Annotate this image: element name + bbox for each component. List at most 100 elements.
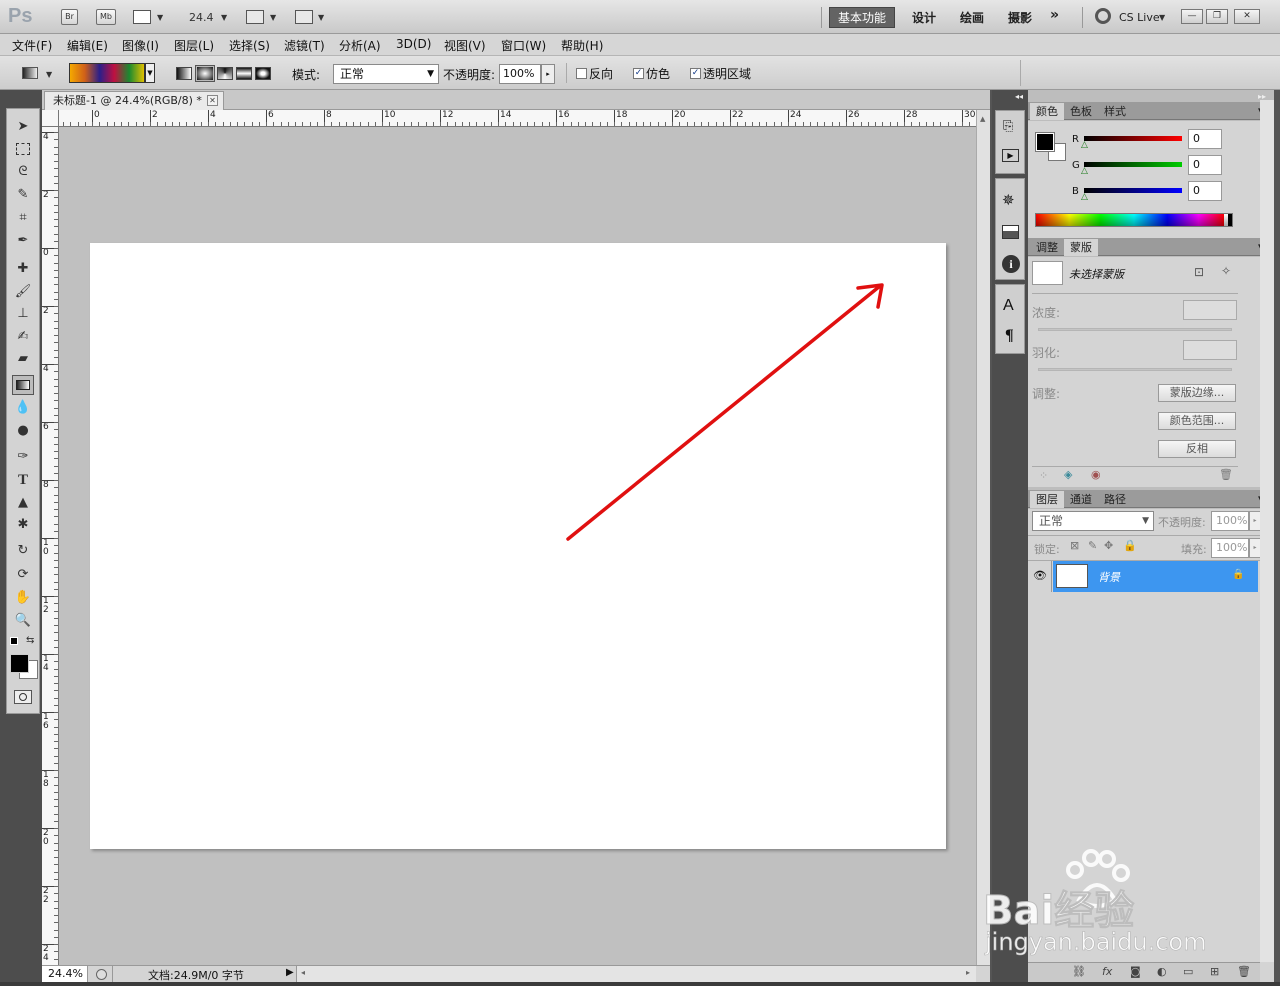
quick-mask-icon[interactable] [14,690,32,704]
history-panel-icon[interactable]: ⎘ [1003,119,1013,134]
opacity-input[interactable]: 100% [499,64,541,84]
menu-window[interactable]: 窗口(W) [501,37,546,54]
scroll-up-icon[interactable]: ▲ [980,115,985,123]
blend-mode-select[interactable]: 正常 ▼ [1032,511,1154,531]
close-button[interactable]: ✕ [1234,9,1260,24]
add-vector-mask-icon[interactable]: ✧ [1221,264,1231,278]
lock-position-icon[interactable]: ✥ [1104,539,1113,552]
quick-selection-tool-icon[interactable]: ✎ [12,185,34,205]
shape-tool-icon[interactable]: ✱ [12,515,34,535]
zoom-status-field[interactable]: 24.4% [42,966,88,982]
new-layer-icon[interactable]: ⊞ [1210,965,1219,978]
new-group-icon[interactable]: ▭ [1183,965,1193,978]
navigator-panel-icon[interactable]: ✵ [1002,191,1015,209]
apply-mask-icon[interactable]: ◈ [1064,468,1072,481]
workspace-more-button[interactable]: » [1050,7,1059,23]
path-selection-tool-icon[interactable]: ▲ [12,493,34,513]
channel-b-input[interactable]: 0 [1188,181,1222,201]
menu-select[interactable]: 选择(S) [229,37,270,54]
slider-handle-icon[interactable]: △ [1081,166,1088,176]
zoom-tool-icon[interactable]: 🔍 [12,611,34,631]
dither-checkbox[interactable]: ✓ [633,68,644,79]
invert-button[interactable]: 反相 [1158,440,1236,458]
layer-row-background[interactable]: 背景 🔒 [1053,561,1258,592]
workspace-essentials[interactable]: 基本功能 [829,7,895,28]
menu-file[interactable]: 文件(F) [12,37,52,54]
add-pixel-mask-icon[interactable]: ⊡ [1194,265,1204,279]
gradient-tool-icon[interactable] [12,375,34,395]
chevron-down-icon[interactable]: ▼ [157,13,163,22]
mask-edge-button[interactable]: 蒙版边缘... [1158,384,1236,402]
status-menu-arrow-icon[interactable]: ▶ [286,967,294,978]
close-document-icon[interactable]: ✕ [207,95,218,106]
3d-orbit-tool-icon[interactable]: ⟳ [12,565,34,585]
gradient-dropdown-icon[interactable]: ▼ [145,63,155,83]
color-range-button[interactable]: 颜色范围... [1158,412,1236,430]
menu-analysis[interactable]: 分析(A) [339,37,381,54]
menu-image[interactable]: 图像(I) [122,37,159,54]
document-tab[interactable]: 未标题-1 @ 24.4%(RGB/8) * [44,91,224,110]
menu-filter[interactable]: 滤镜(T) [284,37,325,54]
ruler-origin[interactable] [42,110,59,127]
character-panel-icon[interactable]: A [1003,297,1014,315]
tab-styles[interactable]: 样式 [1098,103,1132,120]
tab-adjustments[interactable]: 调整 [1030,239,1064,256]
3d-rotate-tool-icon[interactable]: ↻ [12,541,34,561]
type-tool-icon[interactable]: T [12,470,34,490]
swap-colors-icon[interactable]: ⇆ [26,635,34,646]
paragraph-panel-icon[interactable]: ¶ [1005,327,1014,345]
eraser-tool-icon[interactable]: ▰ [12,349,34,369]
zoom-level-menu[interactable]: 24.4 [189,11,214,24]
channel-g-input[interactable]: 0 [1188,155,1222,175]
tool-preset-icon[interactable] [22,67,38,79]
load-selection-icon[interactable]: ⁘ [1039,469,1048,482]
crop-tool-icon[interactable]: ⌗ [12,208,34,228]
delete-layer-icon[interactable]: 🗑 [1237,965,1251,978]
move-tool-icon[interactable]: ➤ [12,117,34,137]
view-extras-icon[interactable] [133,10,151,24]
lock-pixels-icon[interactable]: ✎ [1088,539,1097,552]
channel-b-slider[interactable] [1084,188,1182,193]
slider-handle-icon[interactable]: △ [1081,192,1088,202]
tab-swatches[interactable]: 色板 [1064,103,1098,120]
collapse-dock-icon[interactable]: ◂◂ [1015,92,1023,101]
layer-opacity-input[interactable]: 100% [1211,511,1249,531]
reverse-checkbox[interactable] [576,68,587,79]
pen-tool-icon[interactable]: ✑ [12,447,34,467]
diamond-gradient-icon[interactable] [255,67,271,80]
foreground-color-swatch[interactable] [10,654,29,673]
foreground-color-chip[interactable] [1035,132,1055,152]
marquee-tool-icon[interactable] [12,140,34,160]
chevron-down-icon[interactable]: ▼ [46,70,52,79]
blur-tool-icon[interactable]: 💧 [12,398,34,418]
menu-view[interactable]: 视图(V) [444,37,486,54]
menu-3d[interactable]: 3D(D) [396,37,431,51]
menu-layer[interactable]: 图层(L) [174,37,214,54]
history-brush-tool-icon[interactable]: ✍ [12,327,34,347]
feather-input[interactable] [1183,340,1237,360]
workspace-design[interactable]: 设计 [912,9,936,26]
link-layers-icon[interactable]: ⛓ [1072,965,1086,978]
adjustment-layer-icon[interactable]: ◐ [1157,965,1167,978]
layer-name[interactable]: 背景 [1098,569,1120,585]
tab-channels[interactable]: 通道 [1064,491,1098,508]
tab-masks[interactable]: 蒙版 [1064,239,1098,256]
delete-mask-icon[interactable]: 🗑 [1219,468,1233,481]
info-panel-icon[interactable]: i [1002,255,1020,273]
menu-help[interactable]: 帮助(H) [561,37,603,54]
slider-handle-icon[interactable]: △ [1081,140,1088,150]
hand-tool-icon[interactable]: ✋ [12,588,34,608]
screen-mode-icon[interactable] [295,10,313,24]
tab-paths[interactable]: 路径 [1098,491,1132,508]
workspace-photography[interactable]: 摄影 [1008,9,1032,26]
density-input[interactable] [1183,300,1237,320]
histogram-panel-icon[interactable] [1002,225,1019,239]
lock-transparent-icon[interactable]: ⊠ [1070,539,1079,552]
linear-gradient-icon[interactable] [176,67,192,80]
angle-gradient-icon[interactable] [217,67,233,80]
channel-r-input[interactable]: 0 [1188,129,1222,149]
mode-select[interactable]: 正常 ▼ [333,64,439,84]
channel-r-slider[interactable] [1084,136,1182,141]
dodge-tool-icon[interactable]: ● [12,421,34,441]
healing-brush-tool-icon[interactable]: ✚ [12,259,34,279]
